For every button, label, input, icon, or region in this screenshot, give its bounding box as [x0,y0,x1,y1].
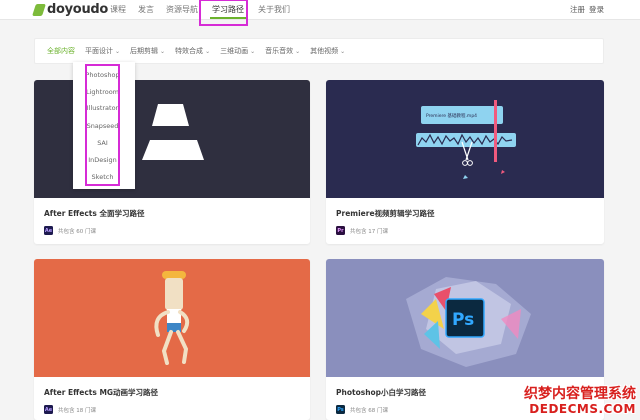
card-meta: Pr 共包含 17 门课 [336,226,388,235]
filter-post-editing-label: 后期剪辑 [130,47,159,55]
logo-text: doyoudo [47,2,109,17]
logo-leaf-icon [32,4,46,16]
register-link[interactable]: 注册 [570,0,585,20]
filter-all[interactable]: 全部内容 [47,46,75,56]
filter-other-video-label: 其他视频 [310,47,339,55]
filter-graphic-design-label: 平面设计 [85,47,113,55]
clip-label: Premiere 基础教程.mp4 [426,112,477,119]
photoshop-icon: Ps [336,405,345,414]
card-title[interactable]: After Effects 全面学习路径 [44,208,144,219]
card-title[interactable]: Premiere视频剪辑学习路径 [336,208,435,219]
auth-links: 注册 登录 [570,0,604,20]
course-count: 共包含 68 门课 [350,407,388,414]
filter-3d-animation-label: 三维动画 [220,47,249,55]
top-navigation-bar: doyoudo 课程 发言 资源导航 学习路径 关于我们 注册 登录 [0,0,640,20]
dropdown-highlight-box [85,64,120,186]
nav-item-posts[interactable]: 发言 [132,0,160,20]
course-count: 共包含 17 门课 [350,228,388,235]
filter-vfx[interactable]: 特效合成 ⌄ [175,46,210,56]
after-effects-icon: Ae [44,226,53,235]
watermark: 织梦内容管理系统 DEDECMS.COM [524,386,636,416]
card-thumbnail: Ps [326,259,604,377]
watermark-line2: DEDECMS.COM [529,402,636,416]
filter-graphic-design[interactable]: 平面设计 ⌄ [85,46,120,56]
chevron-down-icon: ⌄ [340,48,346,55]
chevron-down-icon: ⌄ [160,48,166,55]
site-logo[interactable]: doyoudo [32,2,109,18]
card-meta: Ae 共包含 18 门课 [44,405,96,414]
chevron-down-icon: ⌄ [295,48,301,55]
filter-other-video[interactable]: 其他视频 ⌄ [310,46,345,56]
chevron-down-icon: ⌄ [205,48,211,55]
card-title[interactable]: Photoshop小白学习路径 [336,387,426,398]
after-effects-icon: Ae [44,405,53,414]
filter-vfx-label: 特效合成 [175,47,204,55]
path-card-premiere[interactable]: Premiere 基础教程.mp4 Premiere视频剪辑学习路径 Pr 共包… [326,80,604,244]
watermark-line1: 织梦内容管理系统 [524,386,636,402]
card-title[interactable]: After Effects MG动画学习路径 [44,387,158,398]
course-count: 共包含 18 门课 [58,407,96,414]
filter-music-sfx-label: 音乐音效 [265,47,294,55]
nav-highlight-box [199,0,248,26]
filter-music-sfx[interactable]: 音乐音效 ⌄ [265,46,300,56]
card-meta: Ae 共包含 60 门课 [44,226,96,235]
chevron-down-icon: ⌄ [250,48,256,55]
filter-3d-animation[interactable]: 三维动画 ⌄ [220,46,255,56]
nav-item-resources[interactable]: 资源导航 [160,0,204,20]
photoshop-logo-text: Ps [452,310,474,330]
nav-item-courses[interactable]: 课程 [104,0,132,20]
category-filter-bar: 全部内容 平面设计 ⌄ 后期剪辑 ⌄ 特效合成 ⌄ 三维动画 ⌄ 音乐音效 ⌄ 其他视频 ⌄ [34,38,604,64]
path-card-ae-mg-animation[interactable]: After Effects MG动画学习路径 Ae 共包含 18 门课 [34,259,310,420]
card-thumbnail [34,259,310,377]
course-count: 共包含 60 门课 [58,228,96,235]
nav-item-about[interactable]: 关于我们 [252,0,296,20]
login-link[interactable]: 登录 [589,0,604,20]
premiere-icon: Pr [336,226,345,235]
card-meta: Ps 共包含 68 门课 [336,405,388,414]
card-thumbnail: Premiere 基础教程.mp4 [326,80,604,198]
chevron-down-icon: ⌄ [115,48,121,55]
filter-post-editing[interactable]: 后期剪辑 ⌄ [130,46,165,56]
